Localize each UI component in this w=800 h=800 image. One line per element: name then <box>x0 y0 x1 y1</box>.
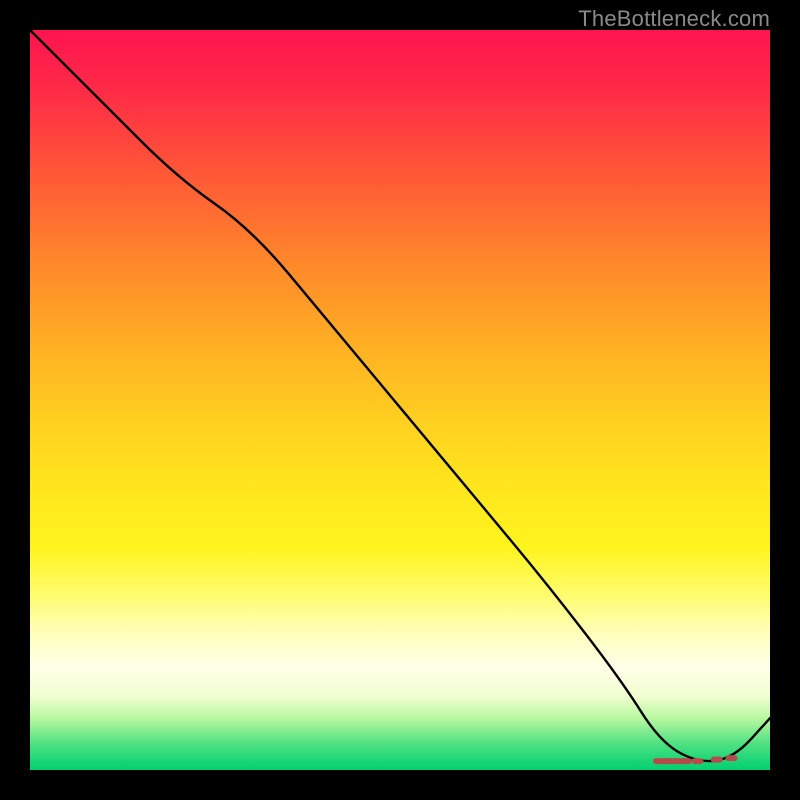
chart-svg <box>30 30 770 770</box>
chart-plot-area <box>30 30 770 770</box>
chart-marker <box>711 757 723 763</box>
chart-markers <box>653 755 738 764</box>
chart-marker <box>726 755 738 761</box>
chart-marker <box>680 758 692 764</box>
chart-marker <box>691 758 703 764</box>
chart-frame: TheBottleneck.com <box>0 0 800 800</box>
chart-curve <box>30 30 770 761</box>
watermark-text: TheBottleneck.com <box>578 6 770 32</box>
